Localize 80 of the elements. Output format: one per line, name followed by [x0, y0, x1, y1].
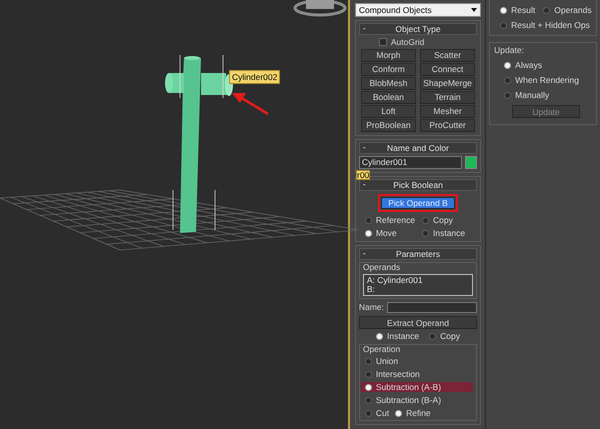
radio-button[interactable]	[364, 230, 372, 236]
viewcube-icon[interactable]	[294, 0, 346, 16]
radio-button[interactable]	[543, 6, 550, 14]
collapse-toggle[interactable]: -	[362, 23, 366, 33]
radio-button[interactable]	[364, 358, 372, 364]
rollout-header[interactable]: - Name and Color	[358, 142, 478, 154]
caret-icon	[471, 8, 478, 12]
radio-button[interactable]	[364, 410, 372, 416]
radio-button[interactable]	[500, 22, 508, 28]
rollout-header[interactable]: - Pick Boolean	[358, 178, 478, 190]
operands-list[interactable]: A: Cylinder001 B:	[362, 274, 474, 296]
option-label: Move	[376, 228, 397, 238]
radio-button[interactable]	[504, 62, 512, 68]
object-type-button[interactable]: ProCutter	[420, 119, 476, 132]
option-label: Union	[376, 356, 398, 366]
option-label: Instance	[387, 331, 420, 341]
radio-button[interactable]	[504, 76, 512, 84]
radio-button[interactable]	[376, 332, 383, 340]
list-item[interactable]: B:	[366, 285, 470, 294]
group-label: Operands	[362, 262, 402, 272]
radio-button[interactable]	[364, 370, 372, 378]
radio-button[interactable]	[395, 410, 402, 416]
object-type-button[interactable]: Loft	[360, 105, 416, 118]
object-type-button[interactable]: BlobMesh	[360, 77, 416, 90]
option-label: Manually	[515, 90, 550, 100]
rollout-header[interactable]: - Object Type	[358, 23, 478, 35]
rollout-title: Object Type	[395, 24, 441, 34]
radio-button[interactable]	[364, 384, 372, 390]
group-label: Operation	[362, 344, 402, 354]
object-type-button[interactable]: Morph	[360, 49, 416, 62]
checkbox[interactable]	[378, 38, 387, 46]
option-label: Reference	[376, 215, 416, 225]
radio-button[interactable]	[364, 216, 372, 224]
list-item[interactable]: A: Cylinder001	[366, 276, 470, 285]
option-label: Result	[511, 5, 536, 15]
rollout-title: Parameters	[396, 249, 440, 259]
option-label: Instance	[433, 228, 466, 238]
option-label: Result + Hidden Ops	[511, 20, 590, 30]
option-label: Subtraction (B-A)	[376, 395, 442, 405]
checkbox-label: AutoGrid	[390, 37, 424, 47]
radio-button[interactable]	[422, 216, 429, 224]
radio-button[interactable]	[422, 230, 429, 236]
pick-operand-button[interactable]: Pick Operand B	[381, 196, 455, 209]
option-label: Operands	[554, 5, 592, 15]
object-type-button[interactable]: Scatter	[420, 49, 476, 62]
option-label: Intersection	[376, 369, 420, 379]
option-label: Always	[515, 60, 542, 70]
color-swatch[interactable]	[465, 156, 478, 168]
rollout-title: Pick Boolean	[393, 180, 443, 190]
radio-button[interactable]	[500, 6, 508, 14]
rollout-header[interactable]: - Parameters	[358, 248, 478, 260]
object-type-button[interactable]: Mesher	[420, 105, 476, 118]
name-field[interactable]	[386, 302, 478, 313]
object-type-button[interactable]: Connect	[420, 63, 476, 76]
collapse-toggle[interactable]: -	[362, 142, 366, 152]
category-dropdown[interactable]: Compound Objects	[354, 3, 482, 17]
object-type-button[interactable]: Boolean	[360, 91, 416, 104]
object-label: r00	[356, 170, 370, 180]
rollout-title: Name and Color	[387, 142, 449, 152]
option-label: Subtraction (A-B)	[376, 382, 442, 392]
object-label: Cylinder002	[229, 70, 280, 84]
radio-button[interactable]	[429, 332, 436, 340]
collapse-toggle[interactable]: -	[362, 248, 366, 258]
object-type-button[interactable]: Terrain	[420, 91, 476, 104]
name-field[interactable]: Cylinder001	[358, 156, 462, 168]
arrow-drawing	[232, 93, 269, 116]
option-label: Copy	[433, 215, 453, 225]
object-type-button[interactable]: ProBoolean	[360, 119, 416, 132]
option-label: Refine	[406, 408, 431, 418]
object-type-button[interactable]: ShapeMerge	[420, 77, 476, 90]
object-type-button[interactable]: Conform	[360, 63, 416, 76]
field-label: Name:	[358, 302, 384, 312]
option-label: Cut	[376, 408, 390, 418]
radio-button[interactable]	[504, 92, 512, 98]
group-label: Update:	[494, 45, 525, 55]
radio-button[interactable]	[364, 396, 372, 404]
option-label: When Rendering	[515, 75, 579, 85]
extract-operand-button[interactable]: Extract Operand	[358, 316, 478, 329]
option-label: Copy	[440, 331, 460, 341]
dropdown-value: Compound Objects	[358, 5, 432, 15]
